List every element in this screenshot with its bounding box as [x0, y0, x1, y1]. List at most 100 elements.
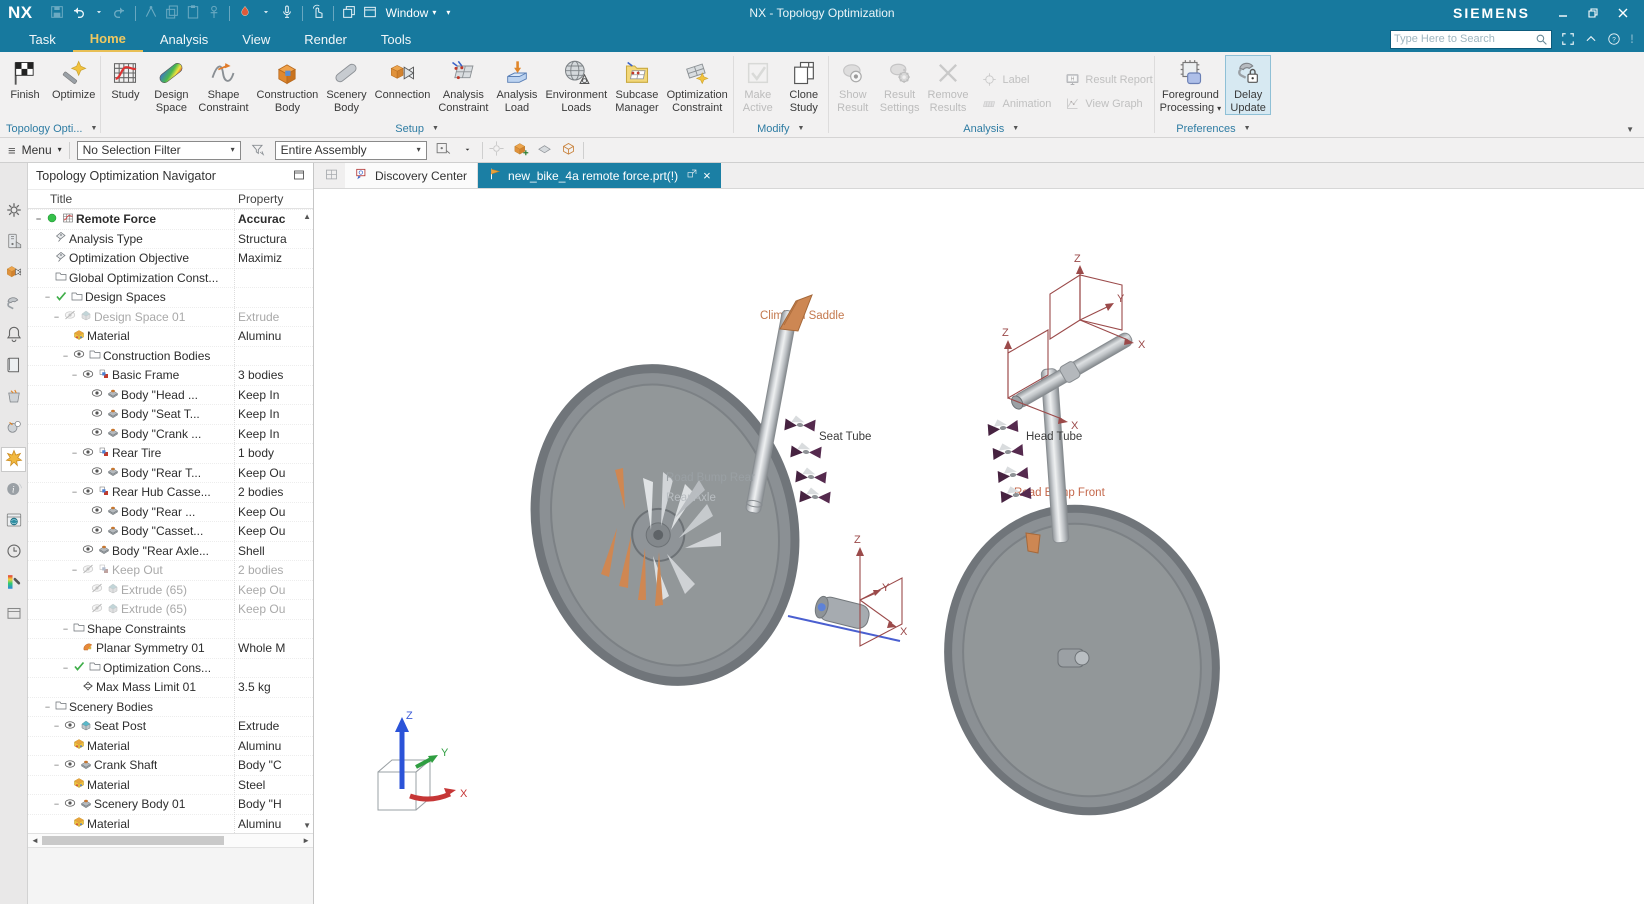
add-body-button[interactable] — [511, 140, 531, 160]
selection-scope-combo[interactable]: Entire Assembly ▾ — [275, 141, 427, 160]
collapse-icon[interactable]: − — [42, 292, 53, 302]
touch-button[interactable] — [308, 3, 328, 23]
fullscreen-icon[interactable] — [1561, 32, 1575, 46]
tree-row-crank-shaft[interactable]: −Crank ShaftBody "C — [28, 755, 313, 775]
analysis-constraint-button[interactable]: AnalysisConstraint — [434, 55, 492, 115]
search-icon[interactable] — [1535, 33, 1548, 46]
optimize-button[interactable]: Optimize — [48, 55, 99, 103]
view-orientation-triad[interactable]: Z Y X — [378, 710, 468, 810]
caret-down-icon[interactable] — [458, 140, 478, 160]
cascade-button[interactable] — [339, 3, 359, 23]
face-select-button[interactable] — [535, 140, 555, 160]
sidebar-item-fixture[interactable] — [1, 292, 26, 317]
sidebar-item-probe[interactable] — [1, 416, 26, 441]
undock-panel-icon[interactable] — [293, 169, 305, 184]
tree-row-scenery-bodies[interactable]: −Scenery Bodies — [28, 697, 313, 717]
scenery-body-button[interactable]: SceneryBody — [322, 55, 370, 115]
doc-tab-new-bike-4a-remote-force-prt[interactable]: new_bike_4a remote force.prt(!)× — [478, 163, 721, 188]
sidebar-item-visual-report[interactable] — [1, 571, 26, 596]
finish-button[interactable]: Finish — [2, 55, 48, 103]
tree-row-body-crank[interactable]: Body "Crank ...Keep In — [28, 424, 313, 444]
minimize-ribbon-icon[interactable] — [1584, 32, 1598, 46]
tree-row-extrude-65[interactable]: Extrude (65)Keep Ou — [28, 599, 313, 619]
group-label-setup[interactable]: Setup▼ — [102, 120, 731, 137]
microphone-button[interactable] — [277, 3, 297, 23]
ribbon-options-icon[interactable]: ▼ — [1618, 52, 1642, 137]
clone-study-button[interactable]: CloneStudy — [781, 55, 827, 115]
tree-row-seat-post[interactable]: −Seat PostExtrude — [28, 716, 313, 736]
study-button[interactable]: Study — [102, 55, 148, 103]
tree-row-design-space-01[interactable]: −Design Space 01Extrude — [28, 307, 313, 327]
undo-button[interactable] — [68, 3, 88, 23]
tree-row-material[interactable]: MaterialAluminu — [28, 814, 313, 834]
subcase-manager-button[interactable]: SubcaseManager — [611, 55, 662, 115]
tree-row-extrude-65[interactable]: Extrude (65)Keep Ou — [28, 580, 313, 600]
close-tab-icon[interactable]: × — [703, 169, 711, 182]
caret-down-icon[interactable] — [256, 3, 276, 23]
sidebar-item-post[interactable] — [1, 385, 26, 410]
sidebar-item-topology-navigator[interactable] — [1, 447, 26, 472]
collapse-icon[interactable]: − — [69, 370, 80, 380]
tree-row-design-spaces[interactable]: −Design Spaces — [28, 287, 313, 307]
tree-row-scenery-body-01[interactable]: −Scenery Body 01Body "H — [28, 794, 313, 814]
tab-tools[interactable]: Tools — [364, 26, 428, 52]
paint-button[interactable] — [235, 3, 255, 23]
snap-point-button[interactable] — [434, 140, 454, 160]
tree-row-material[interactable]: MaterialAluminu — [28, 326, 313, 346]
selection-filter-combo[interactable]: No Selection Filter ▾ — [77, 141, 241, 160]
tab-home[interactable]: Home — [73, 26, 143, 52]
tree-row-rear-tire[interactable]: −Rear Tire1 body — [28, 443, 313, 463]
analysis-load-button[interactable]: AnalysisLoad — [492, 55, 541, 115]
tab-analysis[interactable]: Analysis — [143, 26, 225, 52]
tree-row-body-casset[interactable]: Body "Casset...Keep Ou — [28, 521, 313, 541]
scroll-right-icon[interactable]: ► — [302, 836, 310, 845]
environment-loads-button[interactable]: EnvironmentLoads — [541, 55, 611, 115]
tree-row-body-seat-t[interactable]: Body "Seat T...Keep In — [28, 404, 313, 424]
group-label-modify[interactable]: Modify▼ — [735, 120, 827, 137]
window-menu[interactable]: Window ▾ ▾ — [386, 6, 451, 20]
collapse-icon[interactable]: − — [42, 702, 53, 712]
horizontal-scrollbar[interactable]: ◄ ► — [28, 833, 313, 847]
3d-scene[interactable]: Climb on Saddle — [314, 189, 1644, 904]
tree-row-optimization-objective[interactable]: Optimization ObjectiveMaximiz — [28, 248, 313, 268]
column-property[interactable]: Property — [238, 192, 283, 206]
connection-button[interactable]: Connection — [371, 55, 435, 103]
tree-row-shape-constraints[interactable]: −Shape Constraints — [28, 619, 313, 639]
navigator-column-headers[interactable]: Title Property — [28, 189, 313, 209]
scroll-down-icon[interactable]: ▼ — [303, 821, 311, 830]
tree-row-keep-out[interactable]: −Keep Out2 bodies — [28, 560, 313, 580]
collapse-icon[interactable]: − — [60, 351, 71, 361]
tree-row-remote-force[interactable]: −Remote ForceAccurac — [28, 209, 313, 229]
tree-row-construction-bodies[interactable]: −Construction Bodies — [28, 346, 313, 366]
construction-body-button[interactable]: ConstructionBody — [253, 55, 323, 115]
sidebar-item-alerts[interactable] — [1, 323, 26, 348]
tree-row-body-rear-t[interactable]: Body "Rear T...Keep Ou — [28, 463, 313, 483]
window-button[interactable] — [360, 3, 380, 23]
tree-row-body-rear-axle[interactable]: Body "Rear Axle...Shell — [28, 541, 313, 561]
tree-row-basic-frame[interactable]: −Basic Frame3 bodies — [28, 365, 313, 385]
sidebar-item-history[interactable] — [1, 540, 26, 565]
scrollbar-thumb[interactable] — [42, 836, 224, 845]
sidebar-item-browser[interactable] — [1, 509, 26, 534]
search-input[interactable] — [1394, 33, 1535, 45]
menu-button[interactable]: ≡ Menu ▾ — [8, 143, 62, 158]
group-label-topology-opti[interactable]: Topology Opti...▼ — [2, 120, 99, 137]
column-title[interactable]: Title — [50, 192, 72, 206]
sidebar-item-host[interactable] — [1, 230, 26, 255]
sidebar-item-settings[interactable] — [1, 199, 26, 224]
tree-row-body-rear[interactable]: Body "Rear ...Keep Ou — [28, 502, 313, 522]
collapse-icon[interactable]: − — [51, 799, 62, 809]
tree-row-planar-symmetry-01[interactable]: Planar Symmetry 01Whole M — [28, 638, 313, 658]
sidebar-item-template[interactable] — [1, 602, 26, 627]
body-select-button[interactable] — [559, 140, 579, 160]
sidebar-item-library[interactable] — [1, 354, 26, 379]
tree-row-analysis-type[interactable]: Analysis TypeStructura — [28, 229, 313, 249]
tab-task[interactable]: Task — [12, 26, 73, 52]
front-hub[interactable] — [1058, 649, 1089, 667]
tree-row-body-head[interactable]: Body "Head ...Keep In — [28, 385, 313, 405]
collapse-icon[interactable]: − — [69, 565, 80, 575]
delay-update-button[interactable]: DelayUpdate — [1225, 55, 1271, 115]
restore-button[interactable] — [1580, 3, 1606, 23]
scroll-left-icon[interactable]: ◄ — [31, 836, 39, 845]
tree-row-optimization-cons[interactable]: −Optimization Cons... — [28, 658, 313, 678]
